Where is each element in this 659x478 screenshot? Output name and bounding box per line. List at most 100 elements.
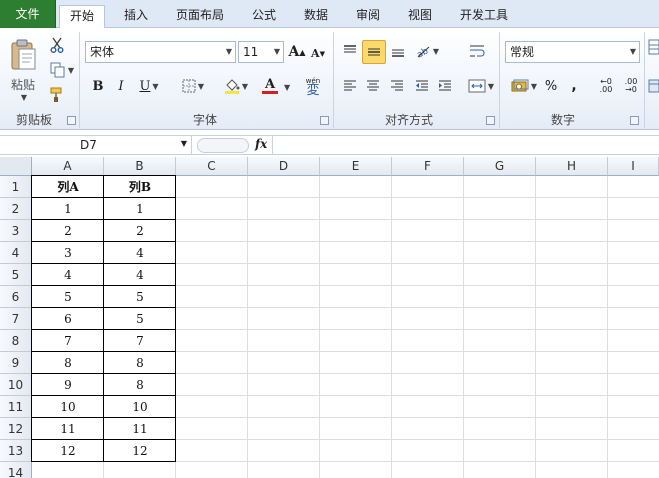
insert-function-button[interactable]: fx (255, 137, 267, 151)
align-top-button[interactable] (339, 40, 361, 62)
align-left-icon (344, 80, 356, 91)
row-header[interactable]: 3 (0, 220, 32, 242)
column-header[interactable]: E (320, 157, 392, 176)
row-header[interactable]: 14 (0, 462, 32, 478)
bold-button[interactable]: B (88, 76, 108, 96)
group-separator (644, 32, 645, 128)
underline-button[interactable]: U ▼ (134, 76, 164, 96)
column-header[interactable]: G (464, 157, 536, 176)
select-all-corner[interactable] (0, 157, 32, 176)
row-header[interactable]: 6 (0, 286, 32, 308)
row-header[interactable]: 2 (0, 198, 32, 220)
table-style-icon[interactable] (648, 78, 659, 96)
align-right-button[interactable] (386, 76, 408, 96)
grid-line (247, 176, 248, 478)
borders-button[interactable]: ▼ (178, 76, 208, 96)
tab-data[interactable]: 数据 (294, 5, 338, 28)
column-header[interactable]: B (104, 157, 176, 176)
column-header[interactable]: C (176, 157, 248, 176)
align-middle-button[interactable] (362, 40, 386, 64)
font-dialog-launcher-icon[interactable] (320, 116, 329, 125)
worksheet-grid[interactable]: A B C D E F G H I 1 2 3 4 5 6 7 8 9 10 11 12 13 14 列A 列B 1 1 2 2 3 4 4 4… (0, 157, 659, 478)
column-header[interactable]: D (248, 157, 320, 176)
column-header[interactable]: A (32, 157, 104, 176)
font-name-select[interactable]: 宋体 ▼ (85, 41, 236, 63)
tab-page-layout[interactable]: 页面布局 (168, 5, 232, 28)
font-color-label: A (264, 77, 276, 92)
column-header[interactable]: I (608, 157, 659, 176)
font-size-select[interactable]: 11 ▼ (238, 41, 284, 63)
italic-button[interactable]: I (111, 76, 131, 96)
merge-center-button[interactable]: ▼ (464, 75, 498, 97)
comma-style-button[interactable]: , (565, 75, 583, 97)
row-header[interactable]: 9 (0, 352, 32, 374)
chevron-down-icon: ▼ (284, 83, 291, 92)
fill-color-button[interactable]: ▼ (220, 75, 252, 97)
clipboard-group-label: 剪贴板 (15, 113, 52, 127)
row-header[interactable]: 12 (0, 418, 32, 440)
grow-font-button[interactable]: A ▲ (288, 42, 306, 62)
cut-icon[interactable] (48, 36, 66, 54)
row-header[interactable]: 10 (0, 374, 32, 396)
column-header[interactable]: H (536, 157, 608, 176)
paste-button[interactable]: 粘贴 ▼ (6, 32, 40, 108)
name-box[interactable]: D7 ▼ (0, 136, 192, 155)
decrease-decimal-button[interactable]: .00 →0 (620, 75, 642, 97)
row-header[interactable]: 11 (0, 396, 32, 418)
row-header[interactable]: 13 (0, 440, 32, 462)
phonetic-char-label: 変 (306, 83, 320, 98)
alignment-group-label: 对齐方式 (384, 113, 433, 127)
row-header[interactable]: 4 (0, 242, 32, 264)
clipboard-dialog-launcher-icon[interactable] (67, 116, 76, 125)
underline-label: U (139, 78, 151, 94)
row-header[interactable]: 7 (0, 308, 32, 330)
accounting-format-button[interactable]: ▼ (507, 75, 541, 97)
wrap-text-icon (470, 45, 485, 57)
wrap-text-button[interactable] (464, 40, 490, 62)
grid-line (391, 176, 392, 478)
number-dialog-launcher-icon[interactable] (630, 116, 639, 125)
align-center-icon (367, 80, 379, 91)
paint-bucket-icon (224, 79, 240, 94)
grid-line (607, 176, 608, 478)
copy-icon[interactable]: ▼ (48, 61, 76, 79)
increase-decimal-button[interactable]: ←0.00 (595, 75, 617, 97)
column-header[interactable]: F (392, 157, 464, 176)
tab-file[interactable]: 文件 (0, 0, 56, 28)
orientation-button[interactable]: ab▼ (412, 40, 442, 62)
align-bottom-button[interactable] (387, 40, 409, 62)
alignment-dialog-launcher-icon[interactable] (486, 116, 495, 125)
formula-buttons-area (197, 138, 249, 153)
align-center-button[interactable] (362, 76, 384, 96)
tab-developer[interactable]: 开发工具 (452, 5, 516, 28)
font-color-button[interactable]: A (254, 75, 286, 97)
tab-home[interactable]: 开始 (59, 5, 105, 29)
align-right-icon (391, 80, 403, 91)
tab-view[interactable]: 视图 (398, 5, 442, 28)
tab-formulas[interactable]: 公式 (242, 5, 286, 28)
tab-review[interactable]: 审阅 (346, 5, 390, 28)
number-group-label: 数字 (550, 113, 575, 127)
row-header[interactable]: 8 (0, 330, 32, 352)
shrink-font-button[interactable]: A ▼ (309, 44, 327, 62)
borders-icon (182, 79, 196, 93)
tab-insert[interactable]: 插入 (112, 5, 160, 28)
phonetic-guide-button[interactable]: wén 変 (296, 74, 330, 98)
decrease-indent-button[interactable] (411, 76, 433, 96)
chevron-down-icon: ▼ (180, 139, 187, 148)
row-header[interactable]: 1 (0, 176, 32, 198)
percent-style-button[interactable]: % (541, 75, 561, 97)
conditional-format-icon[interactable] (648, 38, 659, 58)
increase-indent-button[interactable] (434, 76, 456, 96)
formula-bar: D7 ▼ fx (0, 135, 659, 155)
formula-input[interactable] (272, 136, 659, 155)
merge-cells-icon (468, 79, 486, 93)
number-format-select[interactable]: 常规 ▼ (505, 41, 640, 63)
table-border (31, 329, 176, 330)
row-header[interactable]: 5 (0, 264, 32, 286)
align-top-icon (344, 45, 356, 53)
format-painter-icon[interactable] (48, 86, 66, 104)
name-box-value: D7 (80, 138, 97, 152)
number-format-value: 常规 (510, 45, 535, 59)
align-left-button[interactable] (339, 76, 361, 96)
